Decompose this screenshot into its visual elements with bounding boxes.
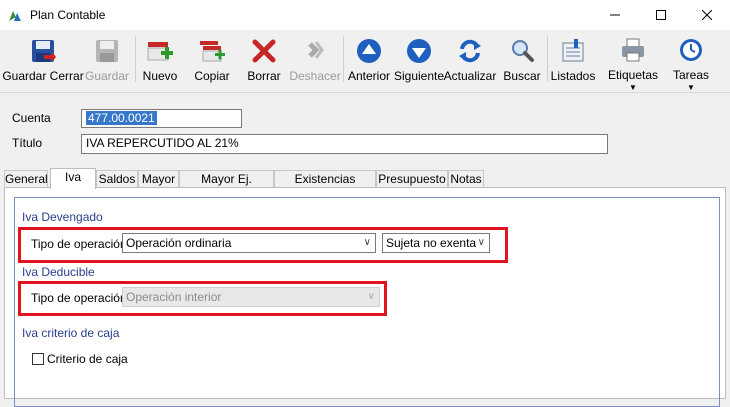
- devengado-sujeta-select[interactable]: Sujeta no exenta ∨: [382, 233, 490, 253]
- toolbar-separator: [343, 36, 344, 82]
- deshacer-label: Deshacer: [289, 69, 341, 83]
- actualizar-label: Actualizar: [443, 69, 497, 83]
- guardar-cerrar-button[interactable]: Guardar Cerrar: [2, 30, 84, 92]
- devengado-tipo-label: Tipo de operación: [31, 237, 127, 251]
- borrar-button[interactable]: Borrar: [242, 30, 286, 92]
- toolbar-separator: [135, 36, 136, 82]
- deducible-tipo-value: Operación interior: [126, 290, 222, 304]
- borrar-label: Borrar: [247, 69, 281, 83]
- guardar-cerrar-label: Guardar Cerrar: [2, 69, 84, 83]
- arrow-up-icon: [357, 39, 381, 63]
- cuenta-label: Cuenta: [12, 111, 51, 125]
- delete-x-icon: [252, 39, 276, 63]
- criterio-caja-label: Criterio de caja: [47, 352, 128, 366]
- printer-icon: [622, 38, 644, 62]
- tareas-label: Tareas: [672, 68, 710, 82]
- tab-mayor-ej-anterior[interactable]: Mayor Ej. Anterior: [179, 170, 274, 203]
- minimize-button[interactable]: [592, 0, 638, 30]
- listados-label: Listados: [550, 69, 596, 83]
- deshacer-button[interactable]: Deshacer: [289, 30, 341, 92]
- refresh-icon: [459, 39, 481, 63]
- chevron-down-icon: ▼: [629, 83, 637, 92]
- close-button[interactable]: [684, 0, 730, 30]
- tab-saldos[interactable]: Saldos: [96, 170, 138, 188]
- iva-devengado-title: Iva Devengado: [22, 210, 103, 224]
- undo-icon: [308, 41, 324, 59]
- copiar-button[interactable]: Copiar: [190, 30, 234, 92]
- clock-icon: [680, 39, 702, 61]
- devengado-tipo-select[interactable]: Operación ordinaria ∨: [122, 233, 376, 253]
- nuevo-button[interactable]: Nuevo: [138, 30, 182, 92]
- copy-record-icon: [200, 41, 225, 62]
- buscar-button[interactable]: Buscar: [500, 30, 544, 92]
- etiquetas-label: Etiquetas: [607, 68, 659, 82]
- guardar-button[interactable]: Guardar: [84, 30, 130, 92]
- titulo-input[interactable]: IVA REPERCUTIDO AL 21%: [81, 134, 608, 154]
- guardar-label: Guardar: [84, 69, 130, 83]
- devengado-sujeta-value: Sujeta no exenta: [386, 236, 477, 250]
- tab-general[interactable]: General: [4, 170, 48, 188]
- copiar-label: Copiar: [194, 69, 230, 83]
- arrow-down-icon: [407, 39, 431, 63]
- window-title: Plan Contable: [30, 8, 106, 22]
- actualizar-button[interactable]: Actualizar: [444, 30, 496, 92]
- cuenta-value: 477.00.0021: [86, 111, 157, 125]
- tab-existencias-finales[interactable]: Existencias Finales: [274, 170, 376, 203]
- criterio-caja-checkbox[interactable]: [32, 353, 44, 365]
- anterior-label: Anterior: [347, 69, 391, 83]
- tab-iva[interactable]: Iva: [50, 168, 96, 189]
- cuenta-input[interactable]: 477.00.0021: [81, 109, 242, 128]
- buscar-label: Buscar: [503, 69, 541, 83]
- titulo-value: IVA REPERCUTIDO AL 21%: [86, 136, 239, 150]
- etiquetas-button[interactable]: Etiquetas ▼: [602, 30, 664, 92]
- tab-mayor[interactable]: Mayor: [138, 170, 179, 188]
- search-icon: [512, 40, 534, 62]
- toolbar: Guardar Cerrar Guardar Nuevo Copiar Borr…: [0, 30, 730, 93]
- iva-caja-title: Iva criterio de caja: [22, 326, 120, 340]
- chevron-down-icon: ∨: [367, 291, 375, 302]
- tab-presupuesto[interactable]: Presupuesto: [376, 170, 448, 188]
- listados-button[interactable]: Listados: [550, 30, 596, 92]
- minimize-icon: [610, 14, 620, 16]
- new-record-icon: [147, 42, 173, 61]
- devengado-tipo-value: Operación ordinaria: [126, 236, 232, 250]
- siguiente-button[interactable]: Siguiente: [394, 30, 444, 92]
- title-bar: Plan Contable: [0, 0, 730, 30]
- save-icon: [96, 40, 118, 62]
- deducible-tipo-select[interactable]: Operación interior ∨: [122, 287, 380, 307]
- save-close-icon: [32, 40, 56, 62]
- anterior-button[interactable]: Anterior: [346, 30, 392, 92]
- titulo-label: Título: [12, 136, 43, 150]
- chevron-down-icon: ▼: [687, 83, 695, 92]
- chevron-down-icon: ∨: [477, 237, 485, 248]
- app-icon: [9, 11, 21, 21]
- toolbar-separator: [547, 36, 548, 82]
- maximize-button[interactable]: [638, 0, 684, 30]
- siguiente-label: Siguiente: [393, 69, 445, 83]
- maximize-icon: [656, 10, 666, 20]
- deducible-tipo-label: Tipo de operación: [31, 291, 127, 305]
- nuevo-label: Nuevo: [142, 69, 178, 83]
- tab-notas[interactable]: Notas: [448, 170, 484, 188]
- iva-deducible-title: Iva Deducible: [22, 265, 95, 279]
- tareas-button[interactable]: Tareas ▼: [668, 30, 714, 92]
- reports-icon: [562, 39, 584, 62]
- chevron-down-icon: ∨: [363, 237, 371, 248]
- close-icon: [702, 10, 712, 20]
